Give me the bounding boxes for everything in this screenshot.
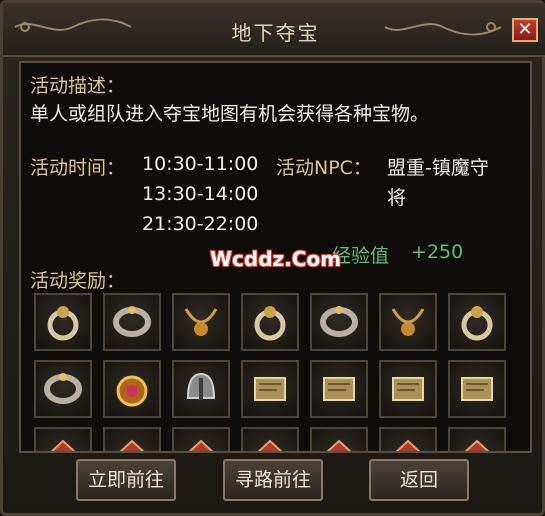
scroll-item-icon <box>254 377 286 401</box>
gem-item-icon <box>464 439 490 451</box>
reward-slot[interactable] <box>34 427 92 451</box>
bracelet-item-icon <box>44 373 82 404</box>
description-text: 单人或组队进入夺宝地图有机会获得各种宝物。 <box>30 103 430 125</box>
helmet-item-icon <box>186 372 216 400</box>
scroll-item-icon <box>323 377 355 401</box>
reward-slot[interactable] <box>448 360 506 418</box>
ring-item-icon <box>47 306 79 341</box>
gem-item-icon <box>395 439 421 451</box>
ring-item-icon <box>461 306 493 341</box>
reward-slot[interactable] <box>448 293 506 351</box>
bracelet-item-icon <box>113 306 151 337</box>
description-label: 活动描述： <box>30 75 126 97</box>
go-now-button[interactable]: 立即前往 <box>76 459 176 501</box>
medal-item-icon <box>116 375 148 407</box>
reward-slot[interactable] <box>241 360 299 418</box>
npc-label: 活动NPC： <box>276 157 372 179</box>
gem-item-icon <box>119 439 145 451</box>
scroll-item-icon <box>461 377 493 401</box>
scroll-item-icon <box>392 377 424 401</box>
reward-slot[interactable] <box>103 293 161 351</box>
gem-item-icon <box>326 439 352 451</box>
title-bar: 地下夺宝 ✕ <box>3 3 545 57</box>
reward-slot[interactable] <box>34 293 92 351</box>
bracelet-item-icon <box>320 306 358 337</box>
rewards-label: 活动奖励： <box>30 270 126 292</box>
reward-slot[interactable] <box>34 360 92 418</box>
reward-slot[interactable] <box>241 293 299 351</box>
reward-slot[interactable] <box>379 360 437 418</box>
gem-item-icon <box>50 439 76 451</box>
close-button[interactable]: ✕ <box>512 18 538 42</box>
time-slot-2: 13:30-14:00 <box>142 183 259 205</box>
event-window: 地下夺宝 ✕ 活动描述： 单人或组队进入夺宝地图有机会获得各种宝物。 活动时间：… <box>0 0 545 516</box>
time-slot-3: 21:30-22:00 <box>142 213 259 235</box>
pathfind-button[interactable]: 寻路前往 <box>223 459 323 501</box>
reward-slot[interactable] <box>172 293 230 351</box>
ring-item-icon <box>254 306 286 341</box>
npc-name-line1: 盟重-镇魔守 <box>387 157 489 179</box>
reward-slot[interactable] <box>172 427 230 451</box>
reward-slot[interactable] <box>241 427 299 451</box>
gem-item-icon <box>257 439 283 451</box>
reward-slot[interactable] <box>310 427 368 451</box>
time-label: 活动时间： <box>30 157 126 179</box>
reward-slot[interactable] <box>103 427 161 451</box>
reward-slot[interactable] <box>172 360 230 418</box>
reward-slot[interactable] <box>448 427 506 451</box>
time-slot-1: 10:30-11:00 <box>142 153 259 175</box>
title-ornament-right-icon <box>384 22 502 36</box>
gem-item-icon <box>188 439 214 451</box>
npc-name-line2: 将 <box>387 187 407 209</box>
necklace-item-icon <box>184 308 218 336</box>
reward-slot[interactable] <box>379 293 437 351</box>
reward-slot[interactable] <box>310 360 368 418</box>
back-button[interactable]: 返回 <box>369 459 469 501</box>
exp-value: +250 <box>411 241 464 263</box>
watermark-text: Wcddz.Com <box>210 247 342 271</box>
reward-slot[interactable] <box>379 427 437 451</box>
reward-slot[interactable] <box>103 360 161 418</box>
reward-slot[interactable] <box>310 293 368 351</box>
necklace-item-icon <box>391 308 425 336</box>
